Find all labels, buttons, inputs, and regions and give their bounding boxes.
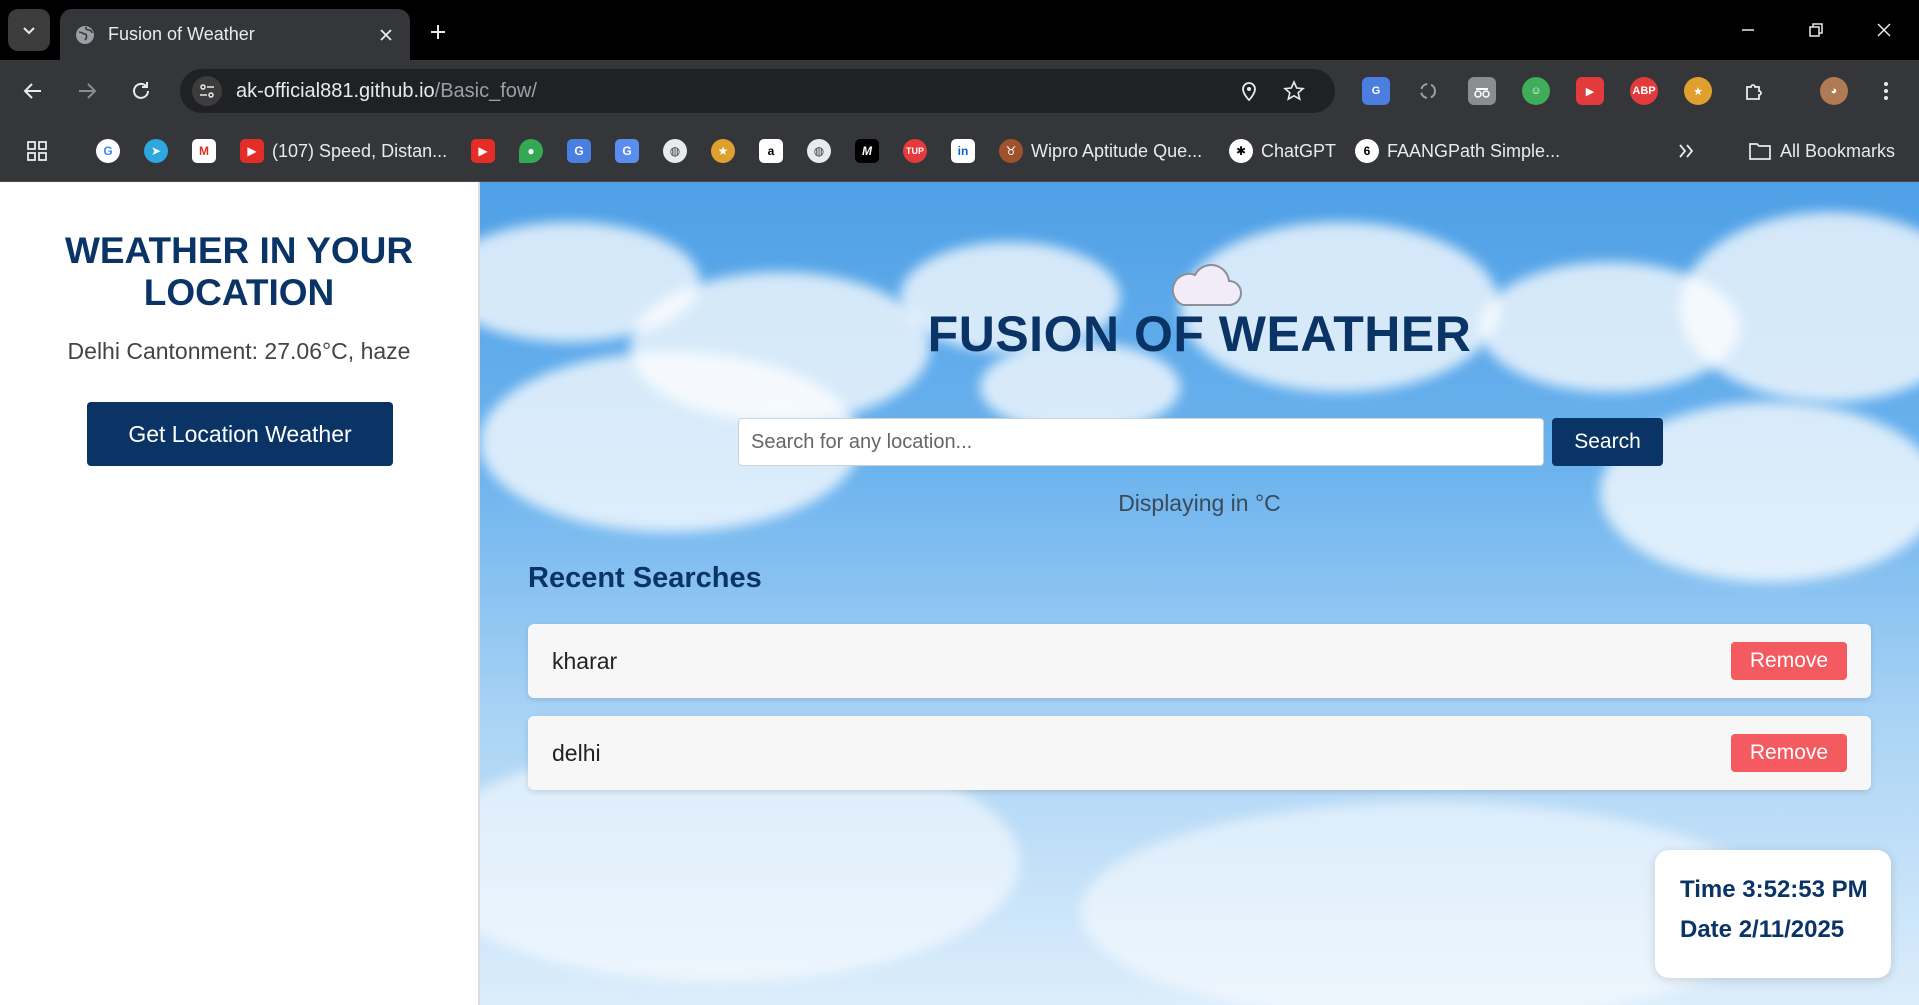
incognito-icon[interactable] bbox=[1468, 77, 1496, 105]
google-translate-icon[interactable]: G bbox=[1362, 77, 1390, 105]
amazon-icon[interactable]: a bbox=[759, 136, 783, 166]
close-window-button[interactable] bbox=[1856, 10, 1912, 50]
bookmark-label: Wipro Aptitude Que... bbox=[1031, 140, 1203, 161]
bookmark-label: All Bookmarks bbox=[1780, 140, 1896, 161]
robot-icon[interactable]: ☺ bbox=[1522, 77, 1550, 105]
more-bookmarks-icon[interactable] bbox=[1677, 136, 1695, 166]
bookmark-youtube-speed[interactable]: ▶ (107) Speed, Distan... bbox=[240, 136, 447, 166]
recent-search-item[interactable]: delhi Remove bbox=[528, 716, 1871, 790]
close-tab-icon[interactable] bbox=[372, 21, 400, 49]
clock-time: Time 3:52:53 PM bbox=[1680, 876, 1868, 903]
translate-bookmark-icon[interactable]: G bbox=[615, 136, 639, 166]
google-icon[interactable]: G bbox=[96, 136, 120, 166]
bookmark-chatgpt[interactable]: ✱ ChatGPT bbox=[1229, 136, 1336, 166]
linkedin-icon[interactable]: in bbox=[951, 136, 975, 166]
browser-tab-bar: Fusion of Weather bbox=[0, 0, 1919, 60]
chatgpt-icon: ✱ bbox=[1229, 139, 1253, 163]
location-pin-icon[interactable] bbox=[1235, 77, 1263, 105]
cloud-logo-icon bbox=[1165, 257, 1245, 309]
remove-button[interactable]: Remove bbox=[1731, 734, 1847, 772]
bookmark-faangpath[interactable]: 6 FAANGPath Simple... bbox=[1355, 136, 1560, 166]
bookmark-wipro[interactable]: ♉ Wipro Aptitude Que... bbox=[999, 136, 1202, 166]
search-button[interactable]: Search bbox=[1552, 418, 1663, 466]
bookmarks-bar: G ➤ M ▶ (107) Speed, Distan... ▶ ● G G ◍… bbox=[0, 120, 1919, 182]
recent-searches-heading: Recent Searches bbox=[528, 562, 762, 594]
recent-search-item[interactable]: kharar Remove bbox=[528, 624, 1871, 698]
recent-search-city: delhi bbox=[552, 739, 601, 766]
location-weather-text: Delhi Cantonment: 27.06°C, haze bbox=[67, 338, 411, 364]
back-button[interactable] bbox=[16, 74, 50, 108]
restore-icon bbox=[1809, 23, 1823, 37]
site-info-icon[interactable] bbox=[192, 76, 222, 106]
url-path: /Basic_fow/ bbox=[434, 79, 537, 102]
minimize-button[interactable] bbox=[1720, 10, 1776, 50]
location-sidebar: WEATHER IN YOUR LOCATION Delhi Cantonmen… bbox=[0, 182, 480, 1005]
sidebar-heading: WEATHER IN YOUR LOCATION bbox=[64, 230, 414, 313]
all-bookmarks-folder[interactable]: All Bookmarks bbox=[1748, 136, 1895, 166]
restore-button[interactable] bbox=[1788, 10, 1844, 50]
profile-avatar-icon[interactable]: ◕ bbox=[1820, 77, 1848, 105]
globe-icon[interactable]: ◍ bbox=[663, 136, 687, 166]
clock-date: Date 2/11/2025 bbox=[1680, 916, 1845, 943]
chevron-down-icon bbox=[23, 27, 35, 35]
minimize-icon bbox=[1742, 29, 1754, 31]
bookmark-label: ChatGPT bbox=[1261, 140, 1337, 161]
tup-icon[interactable]: TUP bbox=[903, 136, 927, 166]
reload-button[interactable] bbox=[124, 74, 158, 108]
google-forms-icon[interactable]: G bbox=[567, 136, 591, 166]
tab-search-button[interactable] bbox=[8, 9, 50, 51]
forward-button[interactable] bbox=[70, 74, 104, 108]
reload-icon bbox=[133, 82, 149, 99]
more-options-icon[interactable] bbox=[1872, 77, 1900, 105]
units-indicator: Displaying in °C bbox=[1118, 490, 1281, 516]
maps-icon[interactable]: ● bbox=[519, 136, 543, 166]
youtube-icon: ▶ bbox=[240, 139, 264, 163]
youtube-icon[interactable]: ▶ bbox=[471, 136, 495, 166]
close-icon bbox=[1877, 23, 1891, 37]
bookmark-label: FAANGPath Simple... bbox=[1387, 140, 1561, 161]
tab-title: Fusion of Weather bbox=[108, 24, 255, 44]
recent-search-city: kharar bbox=[552, 647, 618, 674]
gmail-icon[interactable]: M bbox=[192, 136, 216, 166]
cow-icon: ♉ bbox=[999, 139, 1023, 163]
new-tab-button[interactable] bbox=[420, 14, 456, 50]
remove-button[interactable]: Remove bbox=[1731, 642, 1847, 680]
address-bar[interactable]: ak-official881.github.io/Basic_fow/ bbox=[180, 69, 1335, 113]
browser-toolbar: ak-official881.github.io/Basic_fow/ G ☺ … bbox=[0, 60, 1919, 120]
sync-icon[interactable] bbox=[1414, 77, 1442, 105]
get-location-weather-button[interactable]: Get Location Weather bbox=[87, 402, 393, 466]
globe-icon bbox=[74, 24, 96, 46]
medal-bookmark-icon[interactable]: ★ bbox=[711, 136, 735, 166]
search-input[interactable] bbox=[738, 418, 1544, 466]
page-viewport: WEATHER IN YOUR LOCATION Delhi Cantonmen… bbox=[0, 182, 1919, 1005]
url-host: ak-official881.github.io bbox=[236, 79, 435, 102]
abp-icon[interactable]: ABP bbox=[1630, 77, 1658, 105]
globe-icon[interactable]: ◍ bbox=[807, 136, 831, 166]
puzzle-icon[interactable] bbox=[1740, 77, 1768, 105]
video-ext-icon[interactable]: ▶ bbox=[1576, 77, 1604, 105]
bookmark-label: (107) Speed, Distan... bbox=[272, 140, 448, 161]
faangpath-icon: 6 bbox=[1355, 139, 1379, 163]
apps-grid-icon[interactable] bbox=[26, 136, 48, 166]
arrow-right-icon bbox=[79, 83, 97, 99]
arrow-left-icon bbox=[23, 83, 41, 99]
main-content: FUSION OF WEATHER Search Displaying in °… bbox=[480, 182, 1919, 1005]
app-title: FUSION OF WEATHER bbox=[927, 306, 1472, 362]
medium-icon[interactable]: M bbox=[855, 136, 879, 166]
folder-icon bbox=[1748, 139, 1772, 163]
plus-icon bbox=[431, 25, 445, 39]
medal-icon[interactable]: ★ bbox=[1684, 77, 1712, 105]
browser-tab-active[interactable]: Fusion of Weather bbox=[60, 9, 410, 60]
bookmark-star-icon[interactable] bbox=[1280, 77, 1308, 105]
telegram-icon[interactable]: ➤ bbox=[144, 136, 168, 166]
clock-widget: Time 3:52:53 PM Date 2/11/2025 bbox=[1655, 850, 1891, 978]
